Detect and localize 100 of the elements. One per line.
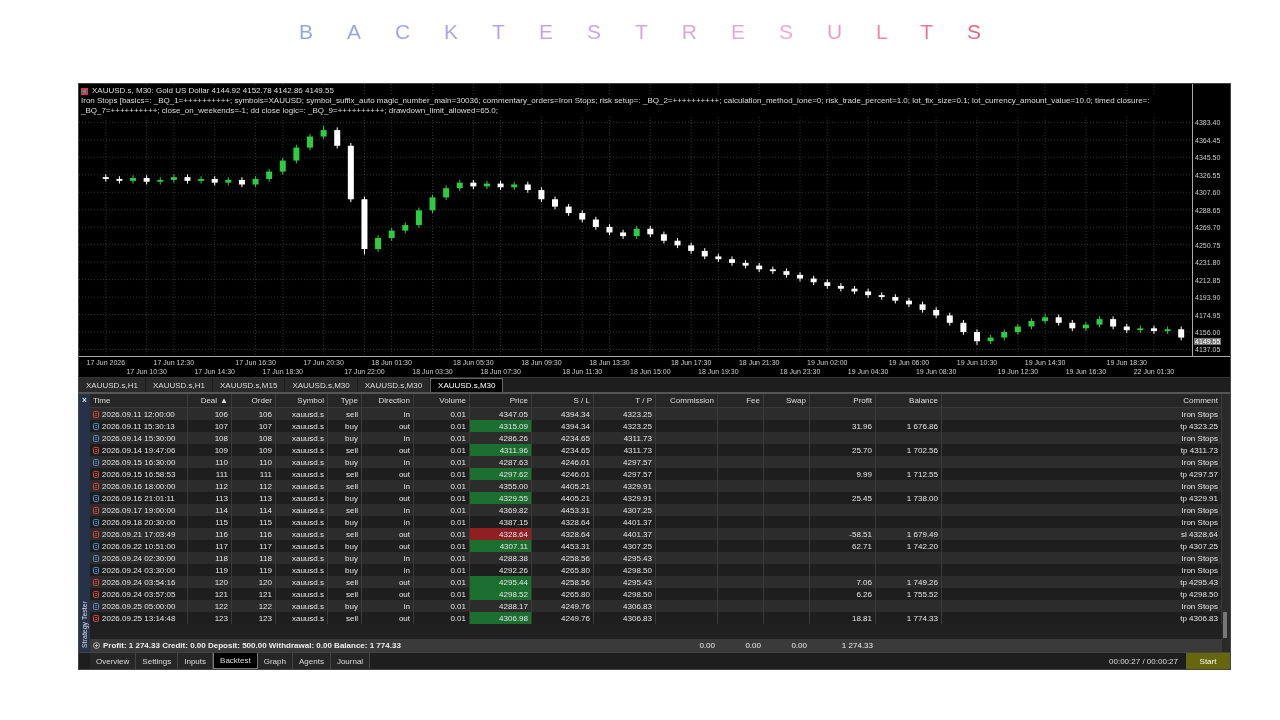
table-cell: 4328.64 — [470, 528, 532, 540]
deal-icon — [93, 494, 99, 502]
deal-icon — [93, 458, 99, 466]
table-cell: 2026.09.24 03:54:16 — [102, 577, 176, 587]
table-row[interactable]: 2026.09.25 13:14:48 123 123 xauusd.s sell out 0.01 4306.98 4249.76 4306.83 18.81 1 774.33 tp 4306.83 — [90, 612, 1222, 624]
tester-tab[interactable]: Inputs — [178, 653, 214, 669]
symbol-info: XAUUSD.s, M30: Gold US Dollar 4144.92 4152.78 4142.86 4149.55 — [92, 86, 334, 96]
column-header[interactable]: Swap — [764, 394, 810, 407]
table-cell: 4249.76 — [532, 612, 594, 624]
table-cell: 2026.09.14 15:30:00 — [102, 433, 176, 443]
deal-icon — [93, 518, 99, 526]
deal-icon — [93, 602, 99, 610]
column-header[interactable]: Time — [90, 394, 188, 407]
tester-tab[interactable]: Overview — [90, 653, 137, 669]
table-row[interactable]: 2026.09.16 18:00:00 112 112 xauusd.s sell in 0.01 4355.00 4405.21 4329.91 Iron Stops — [90, 480, 1222, 492]
chart-icon — [81, 87, 88, 95]
column-header[interactable]: Price — [470, 394, 532, 407]
expand-icon[interactable] — [93, 642, 100, 649]
column-header[interactable]: Commission — [656, 394, 718, 407]
chart-tab[interactable]: XAUUSD.s,M30 — [357, 378, 430, 392]
table-cell: 2026.09.24 03:57:05 — [102, 589, 176, 599]
table-cell: 1 774.33 — [876, 612, 942, 624]
sort-icon: ▲ — [220, 396, 228, 405]
table-cell: 2026.09.15 16:58:53 — [102, 469, 176, 479]
table-cell: 2026.09.15 16:30:00 — [102, 457, 176, 467]
table-row[interactable]: 2026.09.24 02:30:00 118 118 xauusd.s buy in 0.01 4288.38 4258.56 4295.43 Iron Stops — [90, 552, 1222, 564]
scrollbar-thumb[interactable] — [1223, 612, 1227, 638]
column-header[interactable]: Type — [328, 394, 362, 407]
chart-tab[interactable]: XAUUSD.s,H1 — [146, 378, 213, 392]
table-cell: 2026.09.14 19:47:06 — [102, 445, 176, 455]
deal-icon — [93, 554, 99, 562]
table-row[interactable]: 2026.09.24 03:57:05 121 121 xauusd.s sell out 0.01 4298.52 4265.80 4298.50 6.26 1 755.52 tp 4298.50 — [90, 588, 1222, 600]
table-cell: 2026.09.11 15:30:13 — [102, 421, 175, 431]
column-header[interactable]: Volume — [414, 394, 470, 407]
column-header[interactable]: Direction — [362, 394, 414, 407]
table-row[interactable]: 2026.09.15 16:58:53 111 111 xauusd.s sell out 0.01 4297.62 4246.01 4297.57 9.99 1 712.55 tp 4297.57 — [90, 468, 1222, 480]
table-cell: 4306.83 — [594, 612, 656, 624]
table-row[interactable]: 2026.09.14 15:30:00 108 108 xauusd.s buy in 0.01 4286.26 4234.65 4311.73 Iron Stops — [90, 432, 1222, 444]
column-header[interactable]: Order — [232, 394, 276, 407]
column-header[interactable]: S / L — [532, 394, 594, 407]
column-header[interactable]: Profit — [810, 394, 876, 407]
deal-icon — [93, 578, 99, 586]
table-cell: 2026.09.24 03:30:00 — [102, 565, 176, 575]
table-cell: 4315.09 — [470, 420, 532, 432]
tester-tab[interactable]: Backtest — [213, 653, 258, 669]
deal-icon — [93, 470, 99, 478]
tester-tab[interactable]: Journal — [330, 653, 371, 669]
table-row[interactable]: 2026.09.16 21:01:11 113 113 xauusd.s buy out 0.01 4329.55 4405.21 4329.91 25.45 1 738.00 tp 4329.91 — [90, 492, 1222, 504]
table-cell: 2026.09.11 12:00:00 — [102, 409, 175, 419]
table-cell: 4311.96 — [470, 444, 532, 456]
scrollbar[interactable] — [1222, 394, 1230, 652]
column-header[interactable]: Balance — [876, 394, 942, 407]
table-cell: 123 — [188, 612, 232, 624]
table-cell: 2026.09.21 17:03:49 — [102, 529, 176, 539]
total-commission: 0.00 — [698, 640, 716, 652]
table-cell: 18.81 — [810, 612, 876, 624]
tester-tab[interactable]: Settings — [136, 653, 179, 669]
table-cell: 2026.09.24 02:30:00 — [102, 553, 176, 563]
deal-icon — [93, 542, 99, 550]
table-row[interactable]: 2026.09.22 10:51:00 117 117 xauusd.s buy out 0.01 4307.11 4453.31 4307.25 62.71 1 742.20 tp 4307.25 — [90, 540, 1222, 552]
table-cell: 2026.09.18 20:30:00 — [102, 517, 176, 527]
deal-icon — [93, 482, 99, 490]
deal-icon — [93, 590, 99, 598]
table-row[interactable]: 2026.09.25 05:00:00 122 122 xauusd.s buy in 0.01 4288.17 4249.76 4306.83 Iron Stops — [90, 600, 1222, 612]
column-header[interactable]: T / P — [594, 394, 656, 407]
table-row[interactable]: 2026.09.15 16:30:00 110 110 xauusd.s buy in 0.01 4287.63 4246.01 4297.57 Iron Stops — [90, 456, 1222, 468]
table-cell: 4295.44 — [470, 576, 532, 588]
table-row[interactable]: 2026.09.21 17:03:49 116 116 xauusd.s sell out 0.01 4328.64 4328.64 4401.37 -58.51 1 679.49 sl 4328.64 — [90, 528, 1222, 540]
column-header[interactable]: Symbol — [276, 394, 328, 407]
start-button[interactable]: Start — [1186, 653, 1230, 669]
total-profit: 1 274.33 — [840, 640, 874, 652]
chart-tab[interactable]: XAUUSD.s,M30 — [430, 378, 504, 392]
table-cell: 4329.55 — [470, 492, 532, 504]
tester-tab[interactable]: Agents — [292, 653, 331, 669]
table-row[interactable]: 2026.09.18 20:30:00 115 115 xauusd.s buy in 0.01 4387.15 4328.64 4401.37 Iron Stops — [90, 516, 1222, 528]
column-header[interactable]: Deal ▲ — [188, 394, 232, 407]
tester-tab[interactable]: Graph — [257, 653, 293, 669]
table-cell: 2026.09.22 10:51:00 — [102, 541, 176, 551]
table-cell: xauusd.s — [276, 612, 328, 624]
table-row[interactable]: 2026.09.17 19:00:00 114 114 xauusd.s sell in 0.01 4369.82 4453.31 4307.25 Iron Stops — [90, 504, 1222, 516]
deal-icon — [93, 506, 99, 514]
deal-icon — [93, 446, 99, 454]
table-cell: 4307.11 — [470, 540, 532, 552]
table-row[interactable]: 2026.09.11 15:30:13 107 107 xauusd.s buy out 0.01 4315.09 4394.34 4323.25 31.96 1 676.86 tp 4323.25 — [90, 420, 1222, 432]
table-row[interactable]: 2026.09.24 03:54:16 120 120 xauusd.s sell out 0.01 4295.44 4258.56 4295.43 7.06 1 749.26 tp 4295.43 — [90, 576, 1222, 588]
deal-icon — [93, 434, 99, 442]
chart-tab[interactable]: XAUUSD.s,M15 — [213, 378, 285, 392]
column-header[interactable]: Fee — [718, 394, 764, 407]
table-row[interactable]: 2026.09.24 03:30:00 119 119 xauusd.s buy in 0.01 4292.26 4265.80 4298.50 Iron Stops — [90, 564, 1222, 576]
table-cell: out — [362, 612, 414, 624]
table-cell: 4306.98 — [470, 612, 532, 624]
table-cell: 2026.09.16 18:00:00 — [102, 481, 176, 491]
chart-tab[interactable]: XAUUSD.s,H1 — [79, 378, 145, 392]
table-cell: 2026.09.25 13:14:48 — [102, 613, 176, 623]
table-row[interactable]: 2026.09.14 19:47:06 109 109 xauusd.s sell out 0.01 4311.96 4234.65 4311.73 25.70 1 702.56 tp 4311.73 — [90, 444, 1222, 456]
deal-icon — [93, 410, 99, 418]
table-cell: 2026.09.25 05:00:00 — [102, 601, 176, 611]
chart-tab[interactable]: XAUUSD.s,M30 — [285, 378, 357, 392]
table-row[interactable]: 2026.09.11 12:00:00 106 106 xauusd.s sell in 0.01 4347.05 4394.34 4323.25 Iron Stops — [90, 408, 1222, 420]
elapsed-time: 00:00:27 / 00:00:27 — [1109, 655, 1179, 668]
